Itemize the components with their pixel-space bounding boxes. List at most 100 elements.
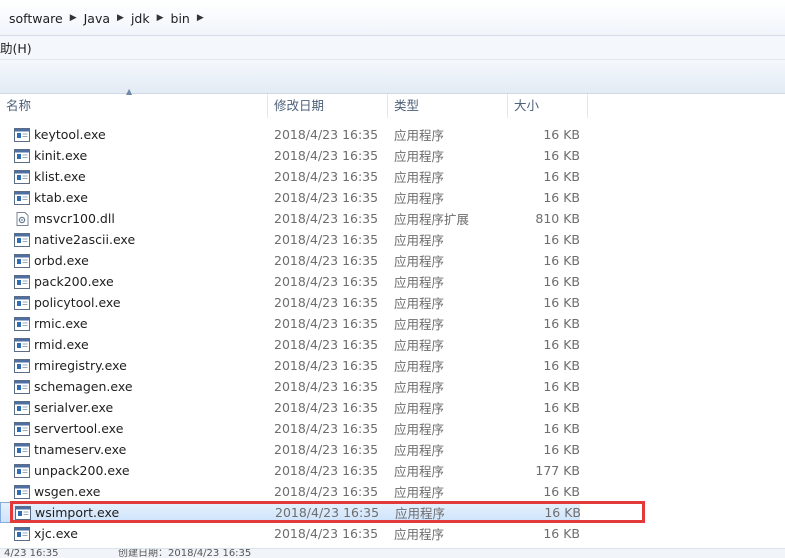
table-row[interactable]: keytool.exe 2018/4/23 16:35 应用程序 16 KB [0, 124, 600, 145]
column-header-name[interactable]: ▲ 名称 [0, 87, 268, 118]
file-type: 应用程序 [394, 443, 445, 458]
breadcrumb-chevron-icon[interactable]: ▶ [68, 13, 79, 23]
column-header-date[interactable]: 修改日期 [268, 94, 388, 118]
file-size: 16 KB [543, 442, 580, 457]
file-name-cell: rmid.exe [0, 337, 268, 352]
file-type: 应用程序 [394, 233, 445, 248]
table-row[interactable]: rmid.exe 2018/4/23 16:35 应用程序 16 KB [0, 334, 600, 355]
table-row[interactable]: tnameserv.exe 2018/4/23 16:35 应用程序 16 KB [0, 439, 600, 460]
column-header-name-label: 名称 [6, 98, 32, 113]
file-name-cell: wsgen.exe [0, 484, 268, 499]
file-type: 应用程序 [394, 422, 445, 437]
file-name: rmic.exe [34, 316, 88, 331]
file-name-cell: kinit.exe [0, 148, 268, 163]
exe-icon [14, 421, 30, 436]
table-row[interactable]: unpack200.exe 2018/4/23 16:35 应用程序 177 KB [0, 460, 600, 481]
breadcrumb-item[interactable]: software [4, 11, 68, 26]
exe-icon [14, 316, 30, 331]
table-row[interactable]: pack200.exe 2018/4/23 16:35 应用程序 16 KB [0, 271, 600, 292]
table-row[interactable]: kinit.exe 2018/4/23 16:35 应用程序 16 KB [0, 145, 600, 166]
exe-icon [14, 274, 30, 289]
column-header-size[interactable]: 大小 [508, 94, 588, 118]
file-size: 16 KB [543, 526, 580, 541]
column-header-row: ▲ 名称 修改日期 类型 大小 [0, 87, 785, 118]
table-row[interactable]: rmiregistry.exe 2018/4/23 16:35 应用程序 16 KB [0, 355, 600, 376]
table-row[interactable]: schemagen.exe 2018/4/23 16:35 应用程序 16 KB [0, 376, 600, 397]
breadcrumb-item[interactable]: Java [79, 11, 115, 26]
table-row[interactable]: rmic.exe 2018/4/23 16:35 应用程序 16 KB [0, 313, 600, 334]
table-row[interactable]: orbd.exe 2018/4/23 16:35 应用程序 16 KB [0, 250, 600, 271]
exe-icon [14, 337, 30, 352]
file-name: keytool.exe [34, 127, 106, 142]
file-size: 16 KB [543, 421, 580, 436]
file-date: 2018/4/23 16:35 [274, 379, 379, 394]
file-name: rmiregistry.exe [34, 358, 127, 373]
breadcrumb-chevron-icon[interactable]: ▶ [195, 13, 206, 23]
file-type: 应用程序 [394, 254, 445, 269]
table-row[interactable]: ktab.exe 2018/4/23 16:35 应用程序 16 KB [0, 187, 600, 208]
file-name-cell: unpack200.exe [0, 463, 268, 478]
file-name: tnameserv.exe [34, 442, 127, 457]
sort-ascending-icon: ▲ [126, 87, 133, 96]
breadcrumb-chevron-icon[interactable]: ▶ [115, 13, 126, 23]
file-size: 16 KB [543, 379, 580, 394]
file-size: 16 KB [543, 274, 580, 289]
file-type: 应用程序 [394, 149, 445, 164]
file-type: 应用程序 [394, 338, 445, 353]
breadcrumb-item[interactable]: bin [166, 11, 195, 26]
column-header-type[interactable]: 类型 [388, 94, 508, 118]
file-name: msvcr100.dll [34, 211, 115, 226]
file-type: 应用程序 [394, 317, 445, 332]
file-name-cell: klist.exe [0, 169, 268, 184]
file-name-cell: native2ascii.exe [0, 232, 268, 247]
file-date: 2018/4/23 16:35 [274, 295, 379, 310]
highlight-box [10, 501, 645, 523]
file-type: 应用程序 [394, 359, 445, 374]
table-row[interactable]: wsgen.exe 2018/4/23 16:35 应用程序 16 KB [0, 481, 600, 502]
table-row[interactable]: native2ascii.exe 2018/4/23 16:35 应用程序 16 KB [0, 229, 600, 250]
file-type: 应用程序 [394, 296, 445, 311]
table-row[interactable]: msvcr100.dll 2018/4/23 16:35 应用程序扩展 810 KB [0, 208, 600, 229]
breadcrumb-chevron-icon[interactable]: ▶ [155, 13, 166, 23]
file-date: 2018/4/23 16:35 [274, 127, 379, 142]
exe-icon [14, 127, 30, 142]
file-name-cell: schemagen.exe [0, 379, 268, 394]
exe-icon [14, 253, 30, 268]
exe-icon [14, 169, 30, 184]
exe-icon [14, 295, 30, 310]
file-name: orbd.exe [34, 253, 89, 268]
file-name: rmid.exe [34, 337, 89, 352]
file-type: 应用程序扩展 [394, 212, 470, 227]
file-date: 2018/4/23 16:35 [274, 148, 379, 163]
file-name-cell: rmiregistry.exe [0, 358, 268, 373]
file-list: ▲ 名称 修改日期 类型 大小 keytool.exe 2018/4/23 16:… [0, 87, 785, 558]
table-row[interactable]: serialver.exe 2018/4/23 16:35 应用程序 16 KB [0, 397, 600, 418]
file-type: 应用程序 [394, 275, 445, 290]
exe-icon [14, 358, 30, 373]
file-size: 16 KB [543, 337, 580, 352]
exe-icon [14, 190, 30, 205]
exe-icon [14, 442, 30, 457]
file-name: wsgen.exe [34, 484, 101, 499]
file-name-cell: rmic.exe [0, 316, 268, 331]
exe-icon [14, 526, 30, 541]
file-size: 16 KB [543, 358, 580, 373]
file-name: serialver.exe [34, 400, 114, 415]
table-row[interactable]: klist.exe 2018/4/23 16:35 应用程序 16 KB [0, 166, 600, 187]
file-size: 16 KB [543, 400, 580, 415]
file-name: klist.exe [34, 169, 86, 184]
menu-help[interactable]: 助(H) [0, 38, 32, 57]
file-size: 810 KB [535, 211, 580, 226]
table-row[interactable]: servertool.exe 2018/4/23 16:35 应用程序 16 KB [0, 418, 600, 439]
file-size: 16 KB [543, 127, 580, 142]
breadcrumb-item[interactable]: jdk [126, 11, 155, 26]
exe-icon [14, 379, 30, 394]
file-name-cell: tnameserv.exe [0, 442, 268, 457]
table-row[interactable]: policytool.exe 2018/4/23 16:35 应用程序 16 KB [0, 292, 600, 313]
dll-icon [14, 211, 30, 226]
file-name-cell: policytool.exe [0, 295, 268, 310]
exe-icon [14, 400, 30, 415]
table-row[interactable]: xjc.exe 2018/4/23 16:35 应用程序 16 KB [0, 523, 600, 544]
file-name: servertool.exe [34, 421, 124, 436]
column-header-type-label: 类型 [394, 98, 420, 113]
